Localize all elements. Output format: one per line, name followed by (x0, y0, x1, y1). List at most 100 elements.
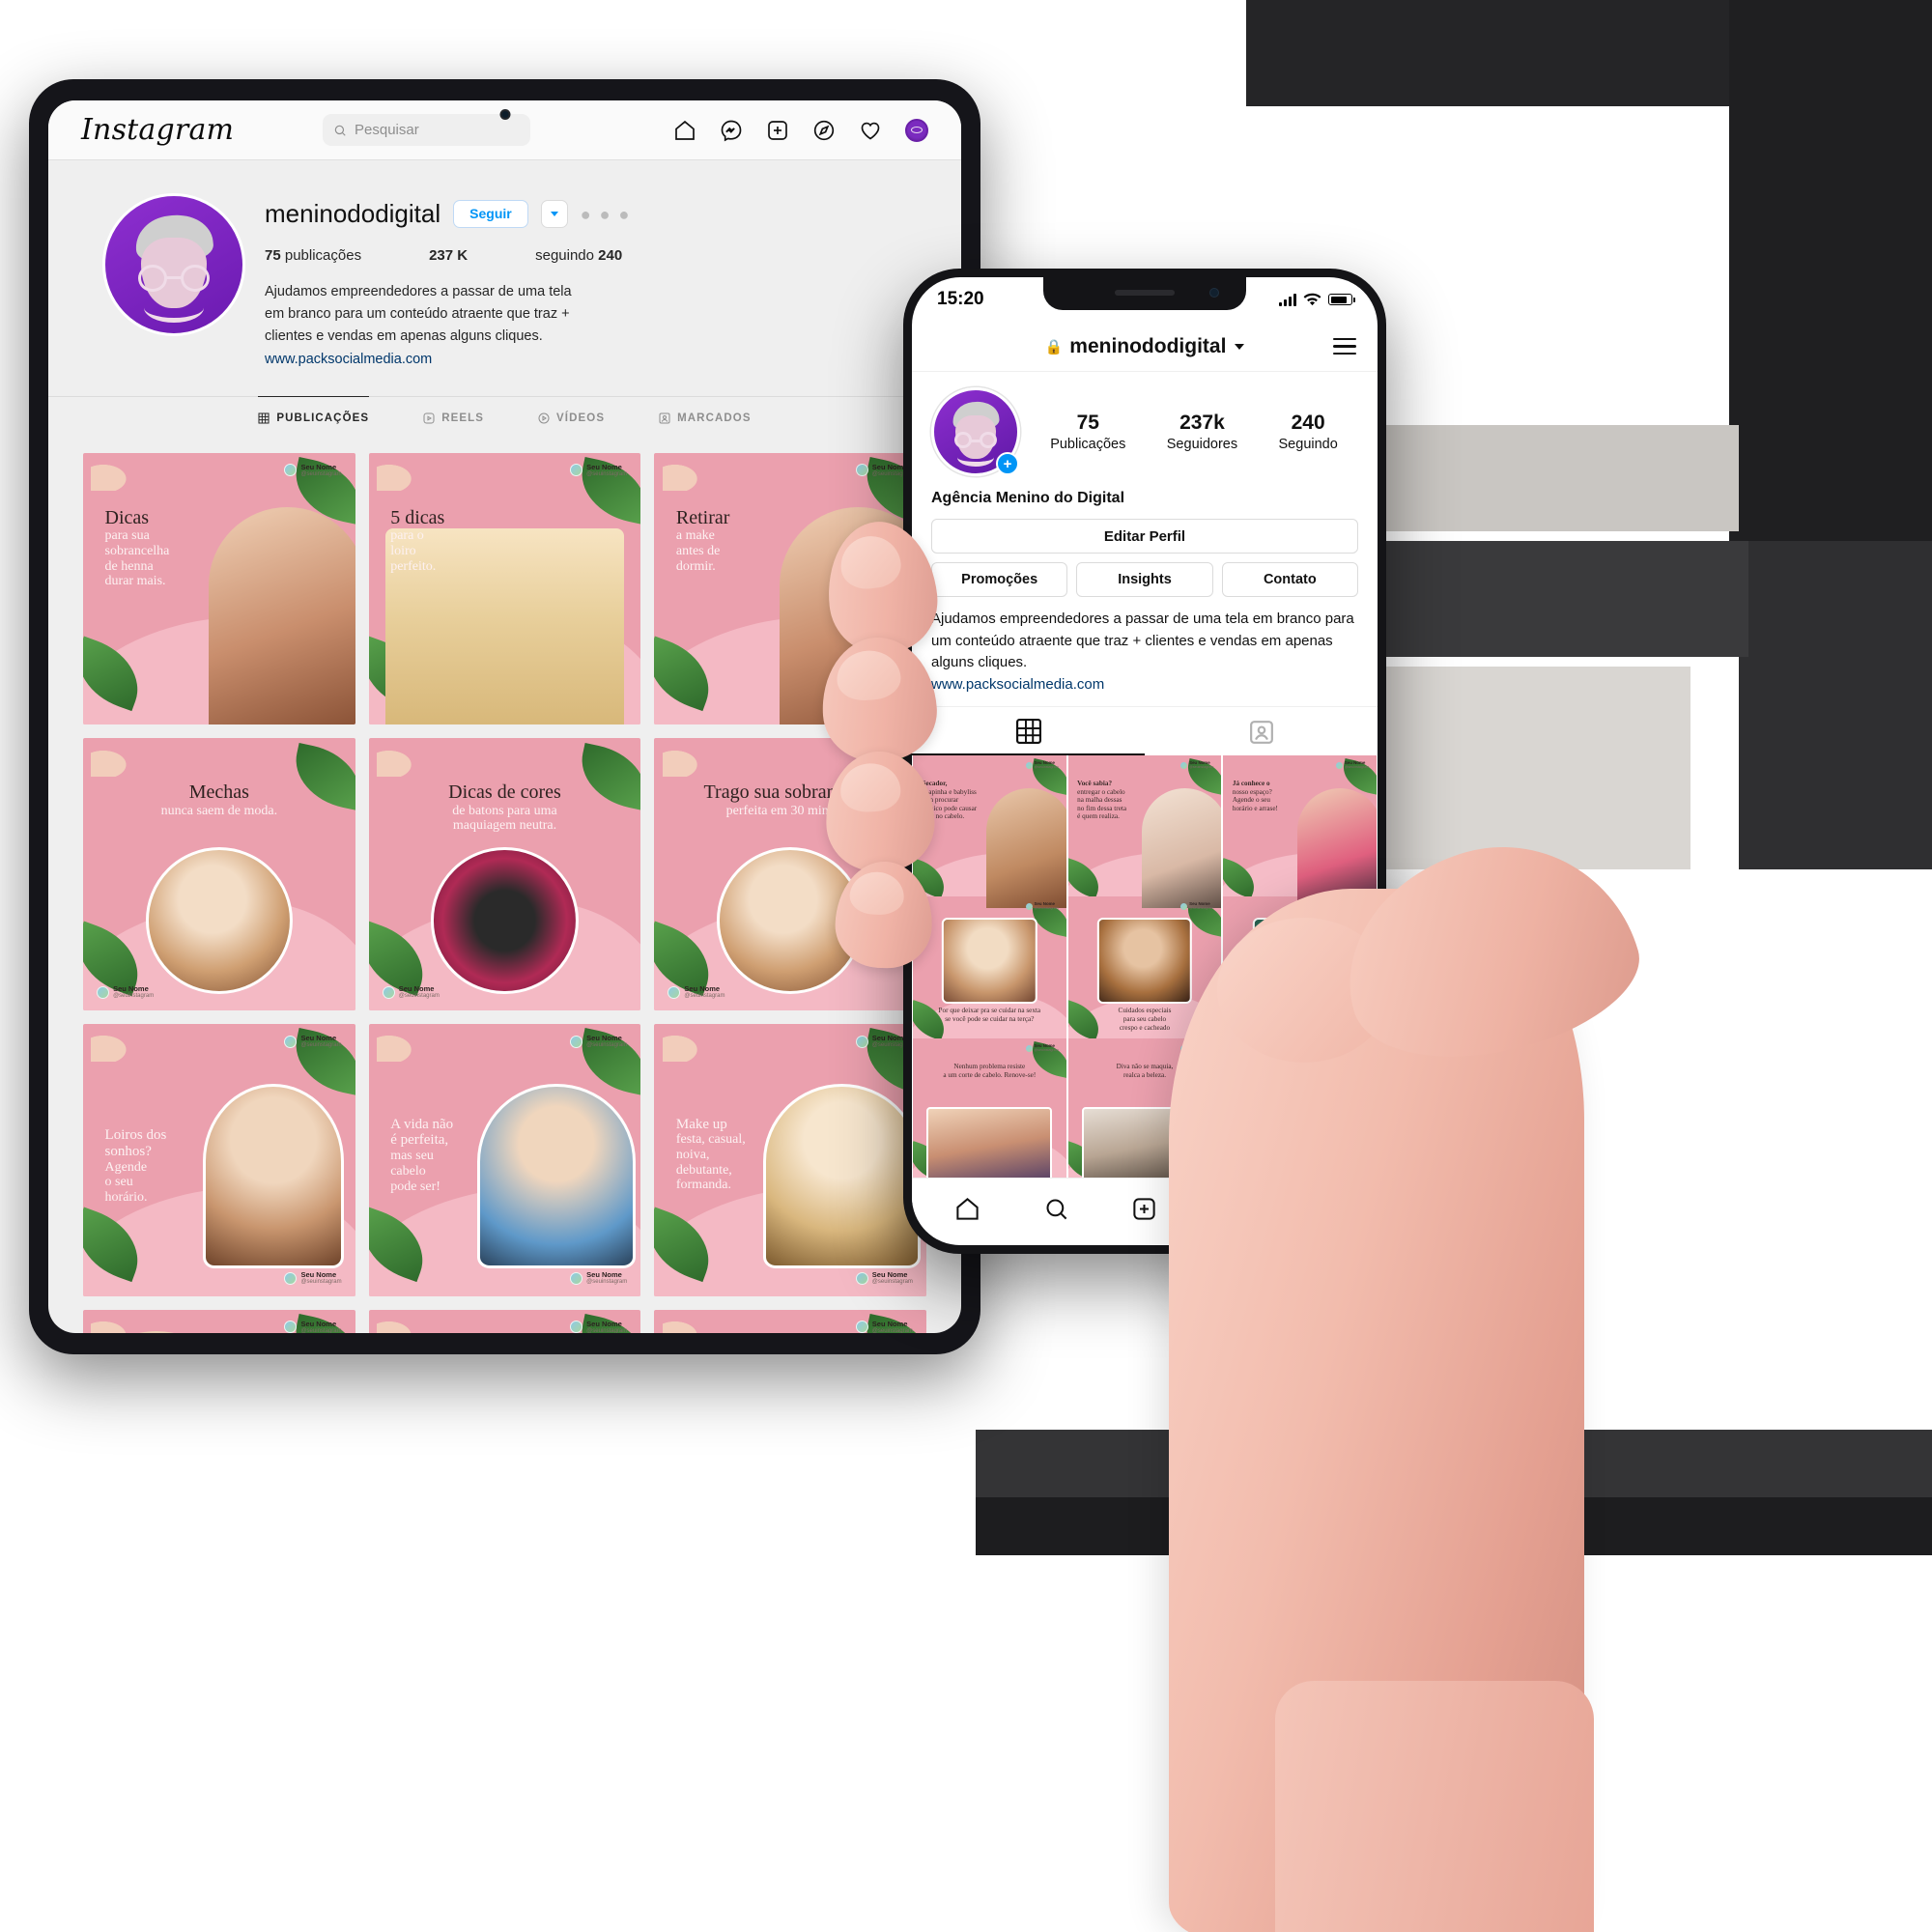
phone-post-grid: Secador, chapinha e babyliss sem procurar… (912, 754, 1378, 1178)
badge-avatar-icon (570, 464, 583, 477)
search-input[interactable]: Pesquisar (323, 114, 530, 146)
post-text: 5 dicas para o loiro perfeito. (390, 507, 444, 574)
profile-link[interactable]: www.packsocialmedia.com (912, 674, 1378, 693)
badge-handle: @seuinstagram (398, 993, 440, 1000)
home-icon[interactable] (673, 119, 696, 142)
post-thumbnail[interactable]: Secador, chapinha e babyliss sem procurar… (913, 754, 1066, 909)
post-thumbnail[interactable]: Diva não se maquia, realca a beleza. Seu… (1067, 1037, 1222, 1178)
add-icon[interactable] (1131, 1196, 1157, 1222)
heart-icon[interactable] (1220, 1196, 1246, 1222)
tab-publicacoes[interactable]: PUBLICAÇÕES (258, 395, 370, 438)
hamburger-icon[interactable] (1333, 337, 1356, 355)
post-thumbnail[interactable]: Já conhece o nosso espaço? Agende o seu h… (1223, 754, 1377, 909)
post-thumbnail[interactable]: Retirar a make antes de dormir. Seu Nome… (654, 452, 926, 725)
post-sub: Importância do cronograma capilar (1268, 1007, 1331, 1023)
post-thumbnail[interactable]: Dicas para sua sobrancelha de henna dura… (83, 452, 355, 725)
post-text: Trago sua sobrancelha perfeita em 30 min… (654, 781, 926, 818)
profile-bio: Ajudamos empreendedores a passar de uma … (931, 611, 1354, 670)
post-photo (763, 1083, 922, 1269)
post-thumbnail[interactable]: 5 dicas para o loiro perfeito. Seu Nome @… (368, 452, 641, 725)
tab-videos[interactable]: VÍDEOS (538, 396, 605, 438)
post-thumbnail[interactable]: Poucas profissões, têm o propósito de em… (654, 1309, 926, 1333)
contato-button[interactable]: Contato (1221, 562, 1358, 597)
post-sub: Agende o seu horário. (104, 1159, 148, 1205)
post-sub: Nenhum problema resiste a um corte de ca… (943, 1062, 1037, 1079)
badge-avatar-icon (855, 1321, 868, 1333)
phone-username: meninododigital (1069, 334, 1227, 357)
post-thumbnail[interactable]: Make up festa, casual, noiva, debutante,… (654, 1023, 926, 1296)
new-post-icon[interactable] (766, 119, 789, 142)
post-thumbnail[interactable]: Trago sua sobrancelha perfeita em 30 min… (654, 738, 926, 1010)
compass-icon[interactable] (812, 119, 836, 142)
badge-handle: @seuinstagram (300, 1042, 342, 1049)
phone-title-row[interactable]: 🔒 meninododigital (1045, 335, 1245, 358)
stat-label: Publicações (1050, 437, 1126, 452)
follow-dropdown-button[interactable] (540, 200, 568, 228)
post-thumbnail[interactable]: Importância do cronograma capilar Seu No… (1223, 896, 1377, 1050)
decor-corner (662, 746, 703, 777)
badge-handle: @seuinstagram (300, 1327, 342, 1333)
insights-button[interactable]: Insights (1076, 562, 1213, 597)
avatar-glasses-icon (138, 265, 210, 293)
tab-marcados[interactable]: MARCADOS (659, 396, 752, 438)
profile-avatar-icon[interactable] (905, 118, 928, 142)
badge-name: Seu Nome (398, 984, 435, 994)
post-thumbnail[interactable]: Por que deixar pra se cuidar na sexta se… (913, 896, 1066, 1050)
heart-icon[interactable] (859, 119, 882, 142)
instagram-logo[interactable]: Instagram (81, 113, 323, 147)
promocoes-button[interactable]: Promoções (931, 562, 1068, 597)
tab-label: MARCADOS (677, 412, 752, 424)
messenger-icon[interactable] (720, 119, 743, 142)
edit-profile-button[interactable]: Editar Perfil (931, 519, 1358, 554)
tab-label: PUBLICAÇÕES (276, 412, 370, 424)
avatar[interactable]: + (931, 387, 1020, 476)
search-icon[interactable] (1043, 1196, 1069, 1222)
stat-value: 240 (1291, 412, 1325, 434)
tab-tagged[interactable] (1145, 707, 1378, 755)
badge-avatar-icon (284, 1035, 298, 1048)
post-badge: Seu Nome @seuinstagram (1180, 1043, 1213, 1053)
home-icon[interactable] (954, 1196, 980, 1222)
post-badge: Seu Nome @seuinstagram (97, 985, 154, 999)
post-thumbnail[interactable]: Mechas nunca saem de moda. Seu Nome @seui… (83, 738, 355, 1010)
stat-following-label: seguindo (535, 247, 594, 264)
stat-followers[interactable]: 237 K (429, 247, 468, 264)
post-thumbnail[interactable]: Você sabia? entregar o cabelo na malha de… (1067, 754, 1222, 909)
badge-name: Seu Nome (586, 462, 622, 471)
post-badge: Seu Nome @seuinstagram (284, 463, 342, 477)
post-thumbnail[interactable]: Dicas de cores de batons para uma maquia… (368, 738, 641, 1010)
tagged-icon (659, 412, 670, 424)
wifi-icon (1303, 293, 1321, 305)
profile-action-buttons: Promoções Insights Contato (931, 562, 1358, 597)
add-story-icon[interactable]: + (996, 452, 1019, 475)
post-thumbnail[interactable]: Loiros dos sonhos? Agende o seu horário.… (83, 1023, 355, 1296)
post-thumbnail[interactable]: Faça chuva ou faça sol, seu cabelo lindo… (1223, 1037, 1377, 1178)
post-thumbnail[interactable]: Cuidados especiais para seu cabelo cresp… (1067, 896, 1222, 1050)
post-badge: Seu Nome @seuinstagram (855, 1271, 913, 1285)
stat-followers[interactable]: 237k Seguidores (1167, 412, 1237, 452)
tab-reels[interactable]: REELS (423, 396, 484, 438)
badge-handle: @seuinstagram (1034, 1047, 1059, 1052)
more-options-button[interactable]: ● ● ● (581, 206, 632, 223)
post-badge: Seu Nome @seuinstagram (1025, 760, 1059, 770)
post-thumbnail[interactable]: Dicas para eliminar o frizz. Seu Nome@se… (368, 1309, 641, 1333)
post-headline: Secador, (922, 779, 948, 787)
stat-following[interactable]: 240 Seguindo (1279, 412, 1338, 452)
stat-following[interactable]: seguindo 240 (535, 247, 622, 264)
tab-grid[interactable] (912, 707, 1145, 755)
phone-screen: 15:20 🔒 meninododigital + 75 Publicações… (912, 277, 1378, 1245)
profile-link[interactable]: www.packsocialmedia.com (265, 352, 926, 367)
phone-device: 15:20 🔒 meninododigital + 75 Publicações… (903, 269, 1386, 1254)
post-badge: Seu Nome @seuinstagram (570, 1271, 627, 1285)
tablet-device: Instagram Pesquisar meninododigital Segu… (29, 79, 980, 1354)
post-sub: nosso espaço? Agende o seu horário e arr… (1232, 787, 1278, 812)
post-headline: Trago sua sobrancelha (703, 781, 877, 804)
post-thumbnail[interactable]: Sexta é dia de fazer as unhas! Seu Nome@… (83, 1309, 355, 1333)
stat-posts[interactable]: 75 Publicações (1050, 412, 1125, 452)
follow-button[interactable]: Seguir (453, 199, 528, 229)
post-sub: mas seu cabelo pode ser! (390, 1149, 440, 1194)
profile-icon[interactable] (1309, 1196, 1335, 1222)
avatar[interactable] (102, 193, 245, 336)
post-thumbnail[interactable]: Nenhum problema resiste a um corte de ca… (913, 1037, 1066, 1178)
post-thumbnail[interactable]: A vida não é perfeita, mas seu cabelo po… (368, 1023, 641, 1296)
